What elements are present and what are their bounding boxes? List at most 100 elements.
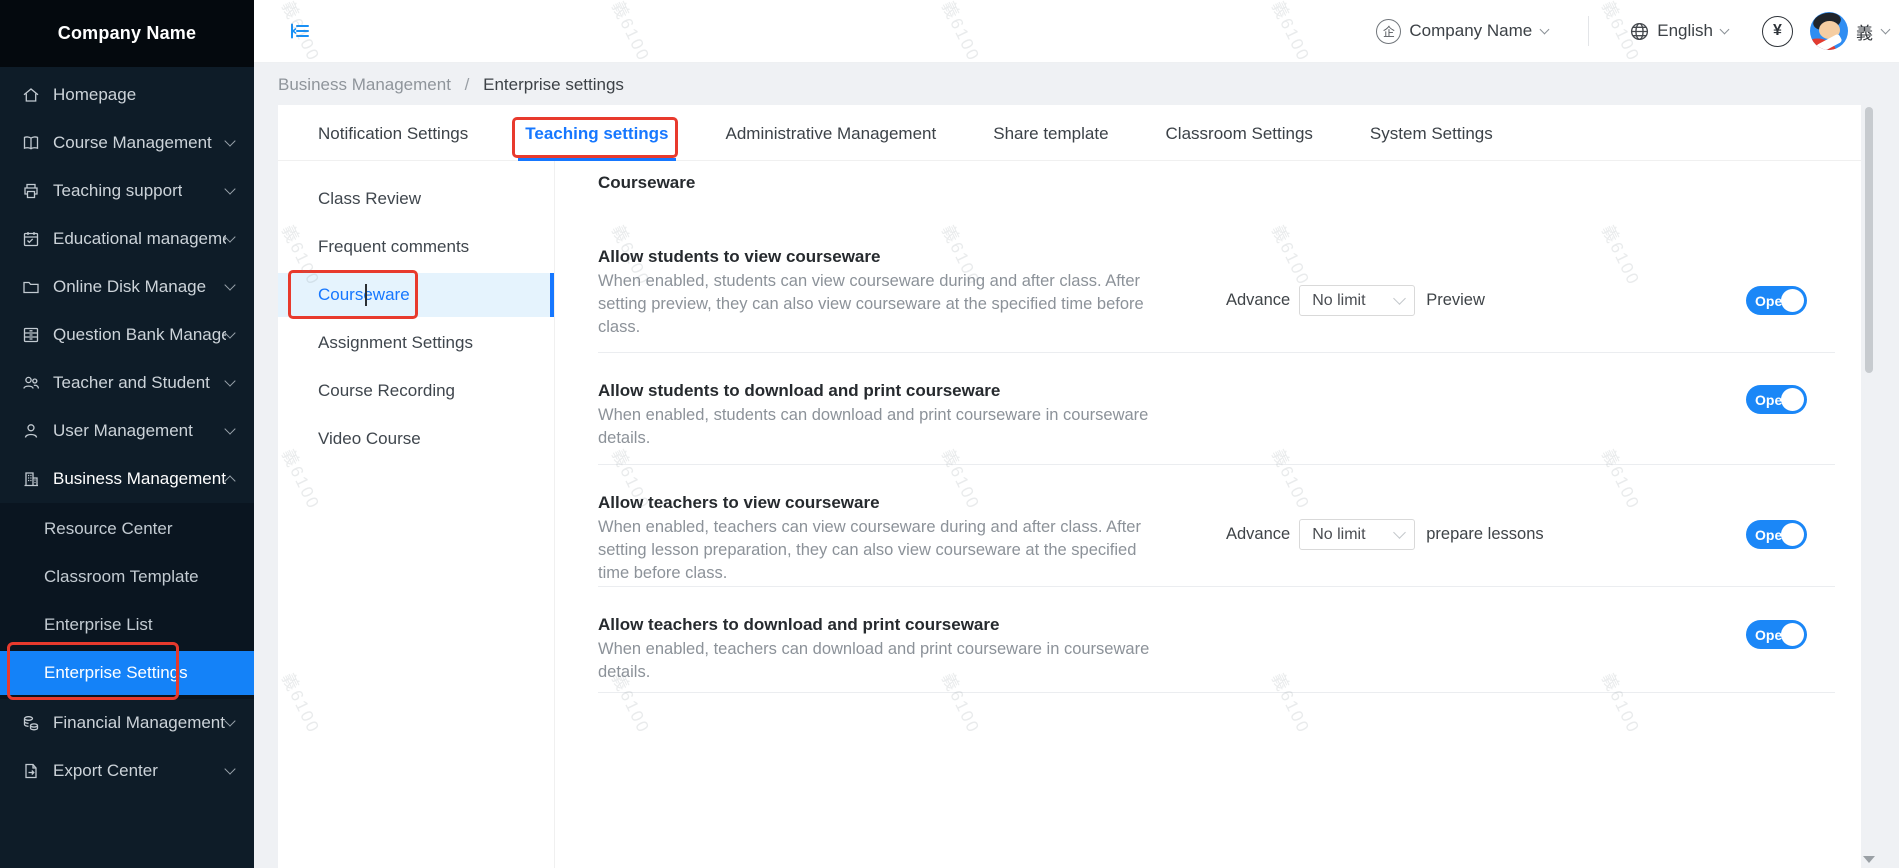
- chevron-down-icon[interactable]: [1881, 24, 1891, 34]
- sidebar-collapse-icon[interactable]: [288, 19, 312, 43]
- sidebar-item-label: Teacher and Student: [53, 373, 210, 393]
- subnav-item-video-course[interactable]: Video Course: [278, 415, 554, 463]
- setting-row-students-download: Allow students to download and print cou…: [598, 353, 1835, 465]
- company-icon: 企: [1376, 19, 1401, 44]
- sidebar-item-educational-management[interactable]: Educational management: [0, 215, 254, 263]
- setting-row-teachers-view: Allow teachers to view courseware When e…: [598, 465, 1835, 587]
- chevron-up-icon: [224, 475, 235, 486]
- sidebar-item-label: Educational management: [53, 229, 226, 249]
- toggle-teachers-view[interactable]: Open: [1746, 520, 1807, 549]
- sidebar-item-business-management[interactable]: Business Management: [0, 455, 254, 503]
- chevron-down-icon[interactable]: [1540, 24, 1550, 34]
- advance-select-value: No limit: [1312, 526, 1365, 544]
- sidebar-item-teacher-and-student[interactable]: Teacher and Student: [0, 359, 254, 407]
- sidebar-subitem-label: Enterprise Settings: [44, 663, 188, 683]
- sidebar-subitem-label: Enterprise List: [44, 615, 153, 635]
- currency-yen-button[interactable]: ¥: [1762, 16, 1793, 47]
- business-management-submenu: Resource Center Classroom Template Enter…: [0, 503, 254, 699]
- chevron-down-icon: [224, 279, 235, 290]
- subnav-item-courseware[interactable]: Courseware: [278, 273, 554, 317]
- sidebar-item-export-center[interactable]: Export Center: [0, 747, 254, 795]
- panel-body: Class Review Frequent comments Coursewar…: [278, 161, 1861, 868]
- sidebar-item-homepage[interactable]: Homepage: [0, 71, 254, 119]
- setting-description: When enabled, teachers can download and …: [598, 638, 1158, 684]
- sidebar-item-online-disk-manage[interactable]: Online Disk Manage: [0, 263, 254, 311]
- sidebar-item-label: Business Management: [53, 469, 226, 489]
- company-icon-char: 企: [1383, 23, 1395, 40]
- subnav-item-frequent-comments[interactable]: Frequent comments: [278, 223, 554, 271]
- chevron-down-icon[interactable]: [1720, 24, 1730, 34]
- header-divider: [1588, 16, 1589, 46]
- sidebar-subitem-resource-center[interactable]: Resource Center: [0, 505, 254, 553]
- sidebar-item-financial-management[interactable]: Financial Management: [0, 699, 254, 747]
- setting-title: Allow students to download and print cou…: [598, 379, 1158, 403]
- tab-classroom-settings[interactable]: Classroom Settings: [1166, 105, 1313, 160]
- sidebar-item-label: Question Bank Managem...: [53, 325, 226, 345]
- sidebar-subitem-label: Classroom Template: [44, 567, 199, 587]
- export-document-icon: [20, 760, 42, 782]
- sidebar-item-label: Homepage: [53, 85, 136, 105]
- text-cursor: [365, 284, 367, 306]
- header-right-cluster: 企 Company Name English ¥ 義: [1376, 12, 1889, 50]
- setting-row-students-view: Allow students to view courseware When e…: [598, 217, 1835, 353]
- advance-controls: Advance No limit prepare lessons: [1226, 519, 1544, 550]
- subnav-item-course-recording[interactable]: Course Recording: [278, 367, 554, 415]
- toggle-knob: [1781, 289, 1804, 312]
- sidebar-subitem-enterprise-settings[interactable]: Enterprise Settings: [0, 651, 254, 695]
- settings-panel: Notification Settings Teaching settings …: [278, 105, 1861, 868]
- globe-icon: [1629, 21, 1650, 42]
- company-selector-label[interactable]: Company Name: [1409, 21, 1532, 41]
- advance-select[interactable]: No limit: [1299, 285, 1415, 316]
- setting-text: Allow students to view courseware When e…: [598, 245, 1158, 339]
- toggle-students-download[interactable]: Open: [1746, 385, 1807, 414]
- setting-title: Allow students to view courseware: [598, 245, 1158, 269]
- sidebar-item-teaching-support[interactable]: Teaching support: [0, 167, 254, 215]
- toggle-students-view[interactable]: Open: [1746, 286, 1807, 315]
- company-title-text: Company Name: [58, 23, 196, 44]
- advance-select[interactable]: No limit: [1299, 519, 1415, 550]
- sidebar-subitem-classroom-template[interactable]: Classroom Template: [0, 553, 254, 601]
- tab-notification-settings[interactable]: Notification Settings: [318, 105, 468, 160]
- preview-label: Preview: [1426, 291, 1485, 310]
- scrollbar-down-arrow[interactable]: [1863, 856, 1875, 863]
- subnav-item-class-review[interactable]: Class Review: [278, 175, 554, 223]
- sidebar-nav: Homepage Course Management Teaching supp…: [0, 67, 254, 795]
- sidebar-item-course-management[interactable]: Course Management: [0, 119, 254, 167]
- setting-title: Allow teachers to download and print cou…: [598, 613, 1158, 637]
- toggle-teachers-download[interactable]: Open: [1746, 620, 1807, 649]
- tab-share-template[interactable]: Share template: [993, 105, 1108, 160]
- sidebar-item-label: Financial Management: [53, 713, 225, 733]
- toggle-knob: [1781, 623, 1804, 646]
- user-name[interactable]: 義: [1856, 19, 1873, 44]
- breadcrumb-parent[interactable]: Business Management: [278, 75, 451, 94]
- subnav-item-assignment-settings[interactable]: Assignment Settings: [278, 319, 554, 367]
- tab-teaching-settings[interactable]: Teaching settings: [525, 105, 668, 160]
- toggle-knob: [1781, 523, 1804, 546]
- subnav-label: Class Review: [318, 189, 421, 209]
- chevron-down-icon: [224, 763, 235, 774]
- folder-icon: [20, 276, 42, 298]
- chevron-down-icon: [1393, 292, 1406, 305]
- user-avatar[interactable]: [1810, 12, 1848, 50]
- setting-description: When enabled, students can view coursewa…: [598, 270, 1158, 339]
- tab-label: Teaching settings: [525, 124, 668, 143]
- language-selector-label[interactable]: English: [1657, 21, 1713, 41]
- tab-administrative-management[interactable]: Administrative Management: [726, 105, 937, 160]
- tab-system-settings[interactable]: System Settings: [1370, 105, 1493, 160]
- subnav-label: Video Course: [318, 429, 421, 449]
- setting-text: Allow teachers to download and print cou…: [598, 613, 1158, 684]
- tab-label: Administrative Management: [726, 124, 937, 143]
- sidebar-item-user-management[interactable]: User Management: [0, 407, 254, 455]
- scrollbar-thumb[interactable]: [1865, 107, 1873, 373]
- content-heading: Courseware: [598, 173, 1835, 193]
- sidebar-item-label: Export Center: [53, 761, 158, 781]
- tab-label: Notification Settings: [318, 124, 468, 143]
- chevron-down-icon: [224, 231, 235, 242]
- chevron-down-icon: [224, 423, 235, 434]
- sidebar-company-title: Company Name: [0, 0, 254, 67]
- setting-text: Allow teachers to view courseware When e…: [598, 491, 1158, 585]
- sidebar-subitem-enterprise-list[interactable]: Enterprise List: [0, 601, 254, 649]
- sidebar-item-question-bank[interactable]: Question Bank Managem...: [0, 311, 254, 359]
- courseware-settings-content: Courseware Allow students to view course…: [555, 161, 1861, 868]
- setting-title: Allow teachers to view courseware: [598, 491, 1158, 515]
